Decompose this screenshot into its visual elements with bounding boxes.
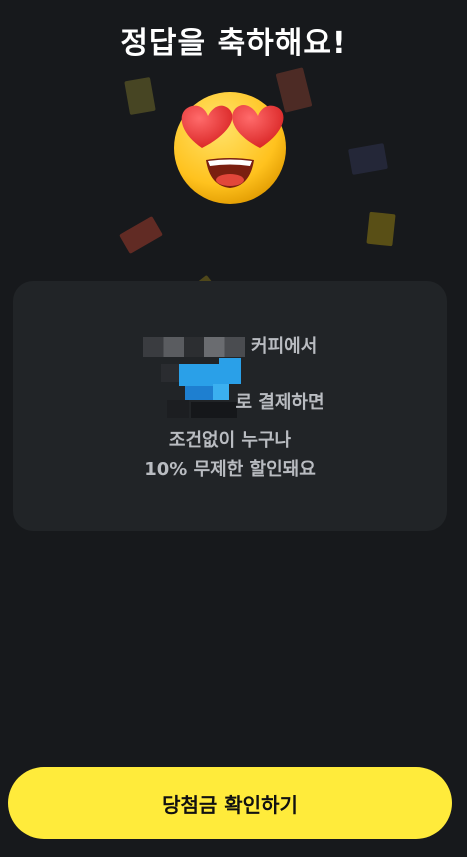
confetti-piece [366,211,396,247]
redacted-brand-name [142,337,245,357]
page-title: 정답을 축하해요! [120,26,347,61]
confetti-piece [348,143,388,175]
card-line-3: 조건없이 누구나 [168,430,292,451]
card-line-1: 커피에서 [13,332,447,358]
page: 정답을 축하해요! 커피에서 로 결제하면 조건없이 누구나 10% 무제한 할… [0,0,467,857]
card-line-2: 로 결제하면 [13,388,447,414]
heart-eyes-emoji-icon [174,92,286,204]
confetti-piece [124,77,156,115]
card-line-1-text: 커피에서 [251,336,318,357]
card-line-4: 10% 무제한 할인돼요 [144,459,316,480]
check-prize-button[interactable]: 당첨금 확인하기 [8,767,452,839]
card-line-2-text: 로 결제하면 [235,392,325,413]
confetti-piece [119,215,163,255]
info-card: 커피에서 로 결제하면 조건없이 누구나 10% 무제한 할인돼요 [13,281,447,531]
